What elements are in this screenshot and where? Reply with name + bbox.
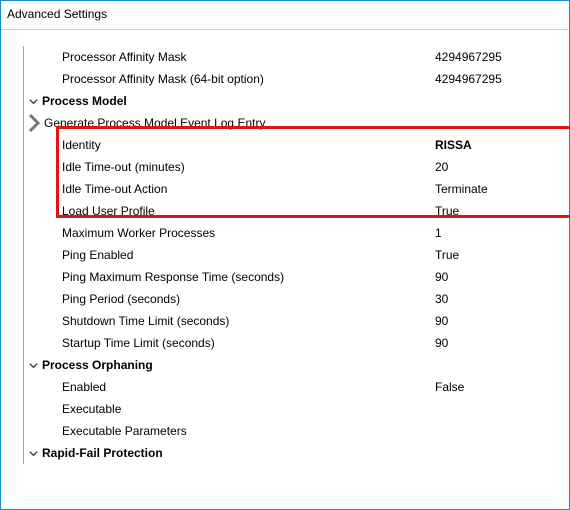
property-value[interactable]: 4294967295 xyxy=(429,72,569,86)
category-label: Rapid-Fail Protection xyxy=(42,446,429,460)
row-processor-affinity-mask[interactable]: Processor Affinity Mask 4294967295 xyxy=(24,46,569,68)
row-processor-affinity-mask-64[interactable]: Processor Affinity Mask (64-bit option) … xyxy=(24,68,569,90)
row-max-worker-processes[interactable]: Maximum Worker Processes 1 xyxy=(24,222,569,244)
row-ping-period[interactable]: Ping Period (seconds) 30 xyxy=(24,288,569,310)
property-value[interactable]: RISSA xyxy=(429,138,569,152)
property-label: Maximum Worker Processes xyxy=(42,226,429,240)
property-label: Processor Affinity Mask xyxy=(42,50,429,64)
property-label: Enabled xyxy=(42,380,429,394)
row-identity[interactable]: Identity RISSA xyxy=(24,134,569,156)
property-label: Ping Enabled xyxy=(42,248,429,262)
property-value[interactable]: 30 xyxy=(429,292,569,306)
property-label: Executable Parameters xyxy=(42,424,429,438)
property-value[interactable]: 90 xyxy=(429,336,569,350)
row-ping-max-response[interactable]: Ping Maximum Response Time (seconds) 90 xyxy=(24,266,569,288)
row-ping-enabled[interactable]: Ping Enabled True xyxy=(24,244,569,266)
chevron-down-icon[interactable] xyxy=(24,97,42,106)
property-value[interactable]: 90 xyxy=(429,314,569,328)
chevron-down-icon[interactable] xyxy=(24,449,42,458)
property-label: Executable xyxy=(42,402,429,416)
row-orphaning-executable-params[interactable]: Executable Parameters xyxy=(24,420,569,442)
property-value[interactable]: Terminate xyxy=(429,182,569,196)
property-label: Shutdown Time Limit (seconds) xyxy=(42,314,429,328)
property-value[interactable]: 90 xyxy=(429,270,569,284)
category-process-orphaning[interactable]: Process Orphaning xyxy=(24,354,569,376)
row-idle-timeout[interactable]: Idle Time-out (minutes) 20 xyxy=(24,156,569,178)
property-grid-container: Processor Affinity Mask 4294967295 Proce… xyxy=(1,30,569,464)
row-generate-process-model-event-log[interactable]: Generate Process Model Event Log Entry xyxy=(24,112,569,134)
property-value[interactable]: False xyxy=(429,380,569,394)
property-label: Idle Time-out Action xyxy=(42,182,429,196)
window-title: Advanced Settings xyxy=(1,1,569,29)
category-label: Process Orphaning xyxy=(42,358,429,372)
property-value[interactable]: 4294967295 xyxy=(429,50,569,64)
property-value[interactable]: True xyxy=(429,248,569,262)
property-label: Startup Time Limit (seconds) xyxy=(42,336,429,350)
property-label: Ping Maximum Response Time (seconds) xyxy=(42,270,429,284)
property-grid: Processor Affinity Mask 4294967295 Proce… xyxy=(23,46,569,464)
property-value[interactable]: True xyxy=(429,204,569,218)
row-shutdown-time-limit[interactable]: Shutdown Time Limit (seconds) 90 xyxy=(24,310,569,332)
property-label: Processor Affinity Mask (64-bit option) xyxy=(42,72,429,86)
property-label: Ping Period (seconds) xyxy=(42,292,429,306)
category-process-model[interactable]: Process Model xyxy=(24,90,569,112)
category-label: Process Model xyxy=(42,94,429,108)
chevron-down-icon[interactable] xyxy=(24,361,42,370)
property-value[interactable]: 1 xyxy=(429,226,569,240)
row-load-user-profile[interactable]: Load User Profile True xyxy=(24,200,569,222)
row-orphaning-enabled[interactable]: Enabled False xyxy=(24,376,569,398)
row-idle-timeout-action[interactable]: Idle Time-out Action Terminate xyxy=(24,178,569,200)
property-label: Generate Process Model Event Log Entry xyxy=(44,116,429,130)
property-value[interactable]: 20 xyxy=(429,160,569,174)
row-orphaning-executable[interactable]: Executable xyxy=(24,398,569,420)
chevron-right-icon[interactable] xyxy=(24,113,44,133)
category-rapid-fail-protection[interactable]: Rapid-Fail Protection xyxy=(24,442,569,464)
property-label: Identity xyxy=(42,138,429,152)
row-startup-time-limit[interactable]: Startup Time Limit (seconds) 90 xyxy=(24,332,569,354)
property-label: Idle Time-out (minutes) xyxy=(42,160,429,174)
property-label: Load User Profile xyxy=(42,204,429,218)
